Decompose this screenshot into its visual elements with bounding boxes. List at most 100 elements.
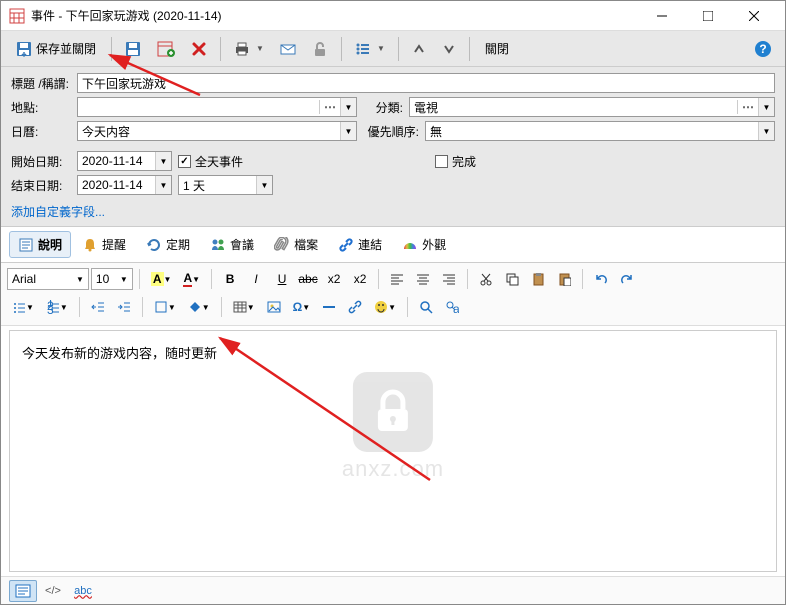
editor-content[interactable]: 今天发布新的游戏内容，随时更新 xyxy=(22,343,764,362)
calendar-select[interactable]: 今天内容 ▼ xyxy=(77,121,357,141)
view-spellcheck-button[interactable]: abc xyxy=(69,580,97,602)
tab-files[interactable]: 檔案 xyxy=(265,231,327,258)
toolbar-separator xyxy=(341,37,342,61)
align-center-button[interactable] xyxy=(411,267,435,291)
underline-button[interactable]: U xyxy=(270,267,294,291)
delete-button[interactable] xyxy=(184,35,214,63)
print-button[interactable]: ▼ xyxy=(227,35,271,63)
view-source-button[interactable]: </> xyxy=(39,580,67,602)
fill-color-button[interactable]: ▼ xyxy=(183,295,215,319)
table-button[interactable]: ▼ xyxy=(228,295,260,319)
tab-recurrence-label: 定期 xyxy=(166,236,190,253)
font-color-button[interactable]: A▼ xyxy=(178,267,205,291)
save-and-close-button[interactable]: 保存並關閉 xyxy=(7,35,105,63)
highlight-button[interactable]: A▼ xyxy=(146,267,177,291)
ellipsis-icon: ⋯ xyxy=(737,100,758,114)
close-window-button[interactable] xyxy=(731,1,777,31)
end-date-value: 2020-11-14 xyxy=(78,178,155,192)
editor-toolbar: Arial ▼ 10 ▼ A▼ A▼ B I U abc x2 x2 ▼ 123… xyxy=(1,263,785,326)
chevron-down-icon: ▼ xyxy=(377,44,385,53)
emoji-button[interactable]: ▼ xyxy=(369,295,401,319)
superscript-button[interactable]: x2 xyxy=(322,267,346,291)
copy-button[interactable] xyxy=(500,267,524,291)
image-button[interactable] xyxy=(262,295,286,319)
replace-button[interactable]: ab xyxy=(440,295,464,319)
allday-checkbox[interactable]: ✓ 全天事件 xyxy=(178,153,243,170)
align-left-button[interactable] xyxy=(385,267,409,291)
end-date-input[interactable]: 2020-11-14 ▼ xyxy=(77,175,172,195)
undo-button[interactable] xyxy=(589,267,613,291)
chevron-down-icon: ▼ xyxy=(76,275,84,284)
add-custom-field-link[interactable]: 添加自定義字段... xyxy=(11,203,105,220)
cut-button[interactable] xyxy=(474,267,498,291)
subscript-button[interactable]: x2 xyxy=(348,267,372,291)
align-right-button[interactable] xyxy=(437,267,461,291)
tab-appearance[interactable]: 外觀 xyxy=(393,231,455,258)
font-name-value: Arial xyxy=(12,272,72,286)
title-input[interactable] xyxy=(77,73,775,93)
view-rich-button[interactable] xyxy=(9,580,37,602)
link-button[interactable] xyxy=(343,295,367,319)
priority-value: 無 xyxy=(426,123,758,140)
category-select[interactable]: 電視 ⋯ ▼ xyxy=(409,97,775,117)
start-date-input[interactable]: 2020-11-14 ▼ xyxy=(77,151,172,171)
tab-reminder[interactable]: 提醒 xyxy=(73,231,135,258)
tab-meeting[interactable]: 會議 xyxy=(201,231,263,258)
toolbar-separator xyxy=(220,37,221,61)
editor-body[interactable]: anxz.com 今天发布新的游戏内容，随时更新 xyxy=(9,330,777,572)
strikethrough-button[interactable]: abc xyxy=(296,267,320,291)
lock-button[interactable] xyxy=(305,35,335,63)
priority-select[interactable]: 無 ▼ xyxy=(425,121,775,141)
tab-links[interactable]: 連結 xyxy=(329,231,391,258)
bold-button[interactable]: B xyxy=(218,267,242,291)
chevron-down-icon: ▼ xyxy=(340,98,356,116)
redo-button[interactable] xyxy=(615,267,639,291)
save-button[interactable] xyxy=(118,35,148,63)
watermark-icon xyxy=(353,372,433,452)
email-button[interactable] xyxy=(273,35,303,63)
outdent-button[interactable] xyxy=(86,295,110,319)
chevron-down-icon: ▼ xyxy=(155,176,171,194)
chevron-down-icon: ▼ xyxy=(155,152,171,170)
chevron-down-icon: ▼ xyxy=(758,98,774,116)
app-icon xyxy=(9,8,25,24)
font-size-select[interactable]: 10 ▼ xyxy=(91,268,133,290)
duration-value: 1 天 xyxy=(179,177,256,194)
next-button[interactable] xyxy=(435,35,463,63)
save-new-button[interactable] xyxy=(150,35,182,63)
italic-button[interactable]: I xyxy=(244,267,268,291)
tab-recurrence[interactable]: 定期 xyxy=(137,231,199,258)
tab-description[interactable]: 說明 xyxy=(9,231,71,258)
number-list-button[interactable]: 123▼ xyxy=(41,295,73,319)
maximize-button[interactable] xyxy=(685,1,731,31)
close-label: 關閉 xyxy=(485,40,509,57)
list-button[interactable]: ▼ xyxy=(348,35,392,63)
font-name-select[interactable]: Arial ▼ xyxy=(7,268,89,290)
minimize-button[interactable] xyxy=(639,1,685,31)
symbol-button[interactable]: Ω▼ xyxy=(288,295,316,319)
help-button[interactable]: ? xyxy=(747,35,779,63)
duration-select[interactable]: 1 天 ▼ xyxy=(178,175,273,195)
paste-button[interactable] xyxy=(526,267,550,291)
title-label: 標題 /稱謂: xyxy=(11,75,71,92)
prev-button[interactable] xyxy=(405,35,433,63)
chevron-down-icon: ▼ xyxy=(120,275,128,284)
location-select[interactable]: ⋯ ▼ xyxy=(77,97,357,117)
tab-description-label: 說明 xyxy=(38,236,62,253)
border-button[interactable]: ▼ xyxy=(149,295,181,319)
category-label: 分類: xyxy=(363,99,403,116)
find-button[interactable] xyxy=(414,295,438,319)
start-date-value: 2020-11-14 xyxy=(78,154,155,168)
chevron-down-icon: ▼ xyxy=(340,122,356,140)
bullet-list-button[interactable]: ▼ xyxy=(7,295,39,319)
close-button[interactable]: 關閉 xyxy=(476,35,518,63)
watermark: anxz.com xyxy=(342,372,444,482)
window-title: 事件 - 下午回家玩游戏 (2020-11-14) xyxy=(31,7,639,24)
hr-button[interactable] xyxy=(317,295,341,319)
calendar-value: 今天内容 xyxy=(78,123,340,140)
ellipsis-icon: ⋯ xyxy=(319,100,340,114)
paste-special-button[interactable] xyxy=(552,267,576,291)
indent-button[interactable] xyxy=(112,295,136,319)
completed-checkbox[interactable]: 完成 xyxy=(435,153,476,170)
svg-text:?: ? xyxy=(759,42,766,56)
